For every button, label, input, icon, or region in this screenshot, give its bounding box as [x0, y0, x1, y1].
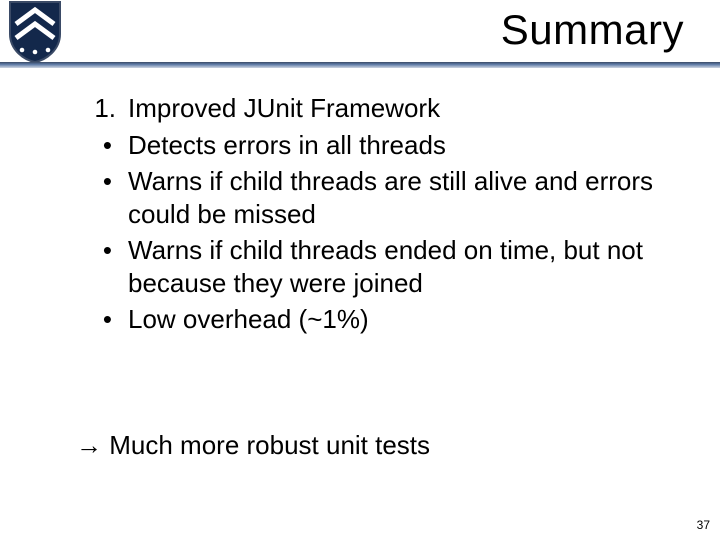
header: Summary: [0, 0, 720, 70]
slide: Summary 1. Improved JUnit Framework • De…: [0, 0, 720, 540]
list-item-text: Detects errors in all threads: [128, 129, 680, 162]
list-heading: 1. Improved JUnit Framework: [40, 92, 680, 125]
content: 1. Improved JUnit Framework • Detects er…: [40, 92, 680, 340]
slide-title: Summary: [501, 6, 684, 54]
number-marker: 1.: [40, 92, 128, 125]
conclusion-text: Much more robust unit tests: [109, 430, 430, 460]
heading-text: Improved JUnit Framework: [128, 92, 680, 125]
list-item-text: Low overhead (~1%): [128, 303, 680, 336]
bullet-marker: •: [40, 234, 128, 299]
list-item: • Detects errors in all threads: [40, 129, 680, 162]
list-item: • Low overhead (~1%): [40, 303, 680, 336]
bullet-marker: •: [40, 303, 128, 336]
list-item-text: Warns if child threads ended on time, bu…: [128, 234, 680, 299]
header-rule: [0, 62, 720, 68]
bullet-marker: •: [40, 129, 128, 162]
conclusion: → Much more robust unit tests: [76, 430, 430, 461]
page-number: 37: [697, 518, 710, 532]
list-item: • Warns if child threads ended on time, …: [40, 234, 680, 299]
shield-icon: [8, 0, 62, 64]
list-item-text: Warns if child threads are still alive a…: [128, 165, 680, 230]
bullet-marker: •: [40, 165, 128, 230]
arrow-icon: →: [76, 430, 102, 460]
list-item: • Warns if child threads are still alive…: [40, 165, 680, 230]
